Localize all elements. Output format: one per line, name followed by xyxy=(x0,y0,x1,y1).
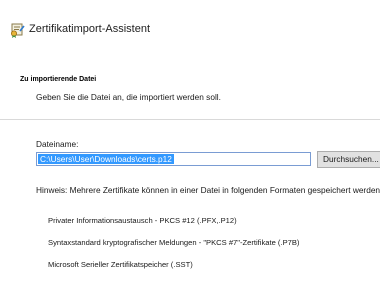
header-divider-highlight xyxy=(0,120,380,121)
wizard-header xyxy=(0,58,380,121)
certificate-wizard-icon xyxy=(9,22,25,38)
format-pkcs12: Privater Informationsaustausch - PKCS #1… xyxy=(48,216,237,225)
browse-button[interactable]: Durchsuchen... xyxy=(317,151,380,168)
filename-input[interactable]: C:\Users\User\Downloads\certs.p12 xyxy=(36,152,311,166)
format-pkcs7: Syntaxstandard kryptografischer Meldunge… xyxy=(48,238,300,247)
page-description: Geben Sie die Datei an, die importiert w… xyxy=(36,92,221,102)
title-bar: Zertifikatimport-Assistent xyxy=(0,0,380,58)
filename-label: Dateiname: xyxy=(36,139,79,149)
format-sst: Microsoft Serieller Zertifikatspeicher (… xyxy=(48,260,193,269)
filename-value: C:\Users\User\Downloads\certs.p12 xyxy=(38,154,174,164)
format-hint: Hinweis: Mehrere Zertifikate können in e… xyxy=(36,185,380,195)
page-heading: Zu importierende Datei xyxy=(20,76,97,83)
window-title: Zertifikatimport-Assistent xyxy=(29,23,151,35)
